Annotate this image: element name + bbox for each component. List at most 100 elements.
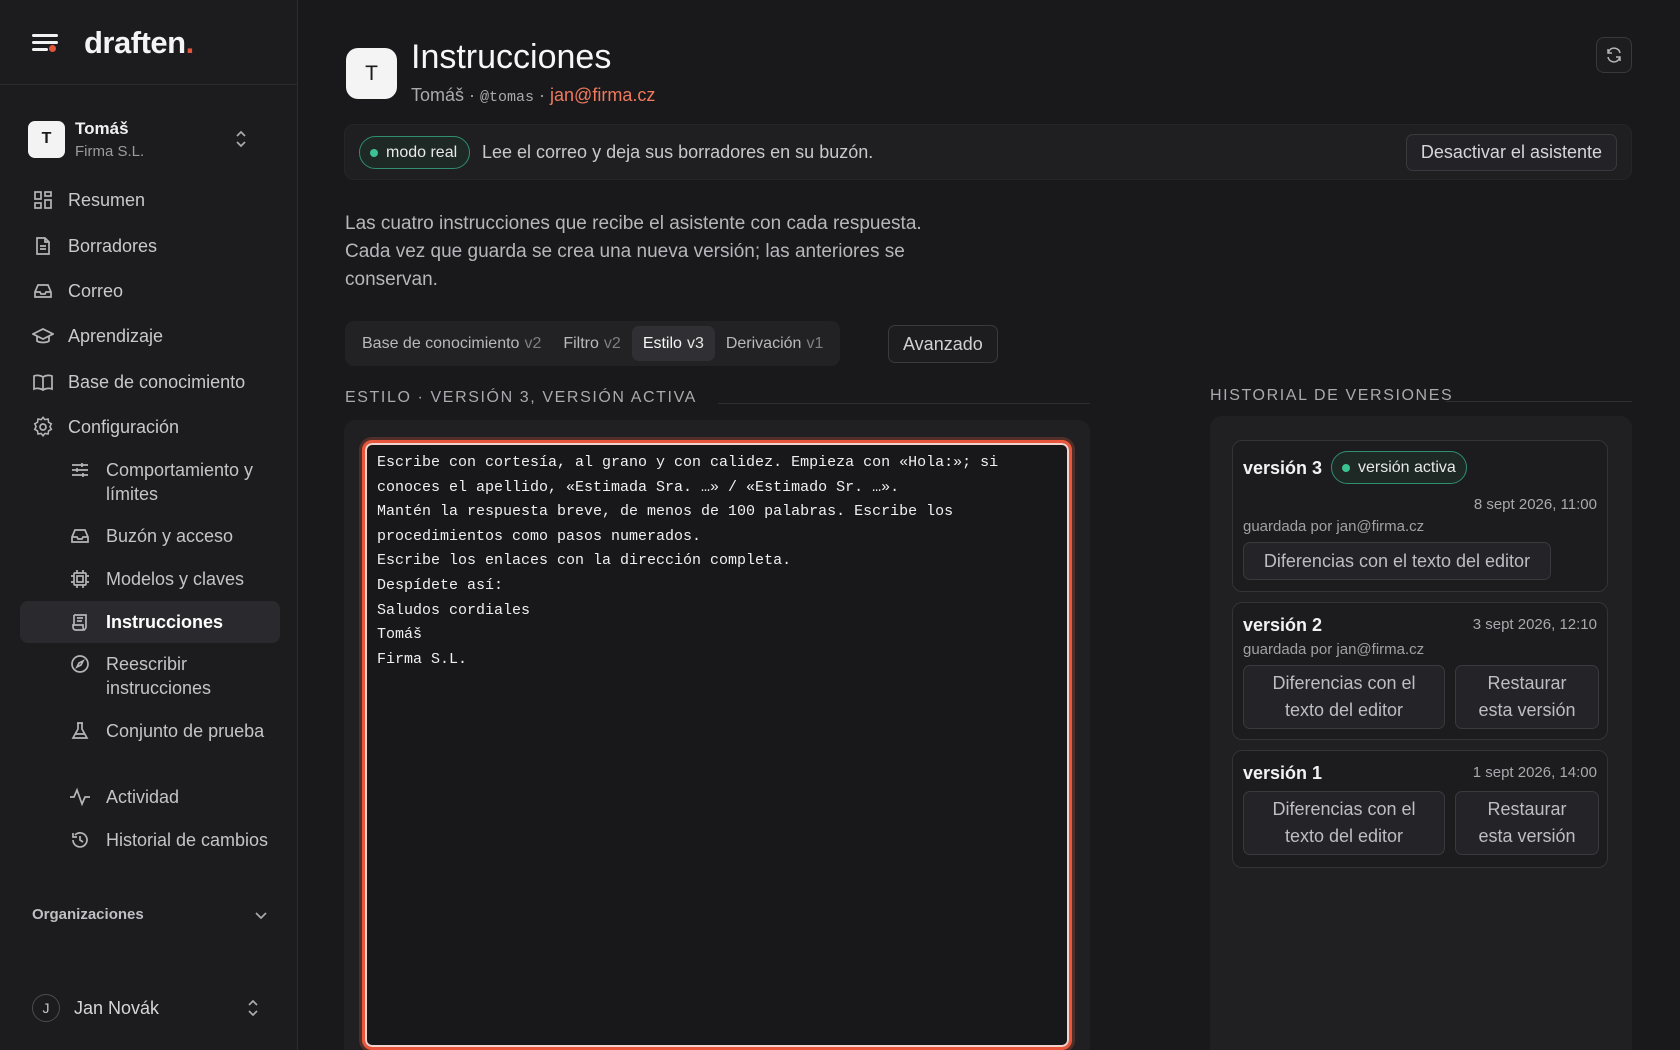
version-title: versión 2: [1243, 615, 1323, 635]
instructions-editor[interactable]: Escribe con cortesía, al grano y con cal…: [362, 440, 1072, 1050]
diff-editor-button[interactable]: Diferencias con el texto del editor: [1243, 542, 1551, 580]
user-avatar: J: [32, 994, 60, 1022]
sidebar-item-modelos[interactable]: Modelos y claves: [68, 567, 278, 591]
tab-label: Filtro: [563, 334, 599, 352]
meta-handle: @tomas: [480, 89, 535, 106]
sidebar-item-label: Base de conocimiento: [68, 371, 246, 392]
sidebar-item-label: Resumen: [68, 189, 146, 210]
meta-email[interactable]: jan@firma.cz: [550, 85, 655, 105]
sidebar-item-label: Aprendizaje: [68, 325, 164, 346]
tab-base-conocimiento[interactable]: Base de conocimiento v2: [351, 326, 552, 361]
tab-version: v1: [806, 334, 824, 352]
status-dot-icon: [370, 148, 378, 157]
sidebar-item-label: Buzón y acceso: [106, 526, 234, 546]
sidebar-item-configuracion[interactable]: Configuración: [32, 413, 179, 441]
sidebar-item-label: Reescribir instrucciones: [106, 654, 212, 698]
logo[interactable]: draften.: [84, 25, 194, 61]
sidebar-item-base-conocimiento[interactable]: Base de conocimiento: [32, 368, 245, 396]
sidebar-item-label: Modelos y claves: [106, 569, 245, 589]
sidebar-item-instrucciones[interactable]: Instrucciones: [20, 601, 280, 643]
sidebar-item-resumen[interactable]: Resumen: [32, 186, 145, 214]
version-title: versión 1: [1243, 763, 1323, 783]
sidebar-divider: [0, 84, 298, 85]
sidebar-item-label: Configuración: [68, 416, 180, 437]
tab-filtro[interactable]: Filtro v2: [552, 326, 631, 361]
restore-version-button[interactable]: Restaurar esta versión: [1455, 665, 1599, 729]
inbox-icon: [32, 280, 54, 302]
sidebar-item-comportamiento[interactable]: Comportamiento y límites: [68, 458, 278, 506]
restore-version-button[interactable]: Restaurar esta versión: [1455, 791, 1599, 855]
dashboard-icon: [32, 189, 54, 211]
compass-icon: [68, 652, 92, 676]
editor-panel: Escribe con cortesía, al grano y con cal…: [344, 420, 1090, 1050]
sidebar-item-label: Actividad: [106, 787, 180, 807]
inbox-icon: [68, 524, 92, 548]
tab-version: v2: [524, 334, 542, 352]
instruction-tabs: Base de conocimiento v2 Filtro v2 Estilo v3…: [345, 321, 841, 366]
page-description: Las cuatro instrucciones que recibe el a…: [345, 213, 922, 290]
mode-label: modo real: [386, 143, 458, 161]
tab-label: Base de conocimiento: [362, 334, 520, 352]
cpu-icon: [68, 567, 92, 591]
history-heading-rule: [1446, 401, 1632, 402]
editor-heading: ESTILO · VERSIÓN 3, VERSIÓN ACTIVA: [345, 389, 697, 406]
menu-icon[interactable]: [32, 31, 62, 55]
banner-text: Lee el correo y deja sus borradores en s…: [482, 142, 874, 162]
version-saved-by: guardada por jan@firma.cz: [1243, 518, 1425, 535]
mode-badge: modo real: [359, 136, 471, 169]
sidebar-item-conjunto[interactable]: Conjunto de prueba: [68, 719, 278, 743]
version-card: versión 3 versión activa 8 sept 2026, 11…: [1232, 440, 1608, 592]
diff-editor-button[interactable]: Diferencias con el texto del editor: [1243, 791, 1445, 855]
version-history-panel: versión 3 versión activa 8 sept 2026, 11…: [1210, 416, 1632, 1050]
version-date: 8 sept 2026, 11:00: [1473, 496, 1597, 513]
activity-icon: [68, 785, 92, 809]
meta-name: Tomáš ·: [411, 85, 481, 105]
sidebar-item-aprendizaje[interactable]: Aprendizaje: [32, 322, 163, 350]
history-icon: [68, 828, 92, 852]
page-title: Instrucciones: [411, 38, 612, 76]
sidebar-item-correo[interactable]: Correo: [32, 277, 123, 305]
sidebar-item-label: Correo: [68, 280, 124, 301]
graduation-cap-icon: [32, 325, 54, 347]
version-title: versión 3: [1243, 458, 1323, 478]
version-card: versión 2 3 sept 2026, 12:10 guardada po…: [1232, 602, 1608, 740]
active-version-label: versión activa: [1358, 458, 1456, 476]
user-menu[interactable]: J Jan Novák: [32, 994, 268, 1022]
version-card: versión 1 1 sept 2026, 14:00 Diferencias…: [1232, 750, 1608, 868]
deactivate-assistant-button[interactable]: Desactivar el asistente: [1405, 134, 1617, 171]
sidebar-item-label: Historial de cambios: [106, 830, 269, 850]
instructions-text[interactable]: Escribe con cortesía, al grano y con cal…: [377, 451, 1057, 672]
account-switcher[interactable]: T Tomáš Firma S.L.: [28, 114, 274, 164]
chevron-updown-icon: [236, 130, 246, 148]
tab-estilo[interactable]: Estilo v3: [631, 326, 715, 361]
main-content: T Instrucciones Tomáš · @tomas · jan@fir…: [298, 0, 1680, 1050]
refresh-button[interactable]: [1596, 37, 1632, 73]
tab-version: v3: [686, 334, 704, 352]
status-banner: modo real Lee el correo y deja sus borra…: [344, 124, 1632, 180]
user-name: Jan Novák: [74, 997, 160, 1018]
book-open-icon: [32, 371, 54, 393]
tab-derivacion[interactable]: Derivación v1: [715, 326, 835, 361]
sidebar-item-label: Comportamiento y límites: [106, 460, 254, 504]
sidebar-item-historial[interactable]: Historial de cambios: [68, 828, 278, 852]
logo-dot: .: [185, 25, 195, 60]
version-date: 3 sept 2026, 12:10: [1472, 616, 1597, 633]
gear-icon: [32, 416, 54, 438]
diff-editor-button[interactable]: Diferencias con el texto del editor: [1243, 665, 1445, 729]
advanced-button[interactable]: Avanzado: [888, 325, 998, 363]
version-date: 1 sept 2026, 14:00: [1472, 764, 1597, 781]
flask-icon: [68, 719, 92, 743]
organizations-toggle[interactable]: Organizaciones: [32, 906, 268, 923]
document-icon: [32, 235, 54, 257]
sidebar-item-reescribir[interactable]: Reescribir instrucciones: [68, 652, 278, 700]
sidebar-item-actividad[interactable]: Actividad: [68, 785, 278, 809]
active-version-badge: versión activa: [1331, 451, 1467, 484]
sliders-icon: [68, 458, 92, 482]
sidebar-item-label: Borradores: [68, 235, 158, 256]
sidebar: draften. T Tomáš Firma S.L. Resumen Borr…: [0, 0, 298, 1050]
sidebar-item-buzon[interactable]: Buzón y acceso: [68, 524, 278, 548]
meta-separator: ·: [534, 85, 551, 105]
status-dot-icon: [1342, 463, 1350, 472]
sidebar-item-borradores[interactable]: Borradores: [32, 232, 157, 260]
tab-version: v2: [603, 334, 621, 352]
